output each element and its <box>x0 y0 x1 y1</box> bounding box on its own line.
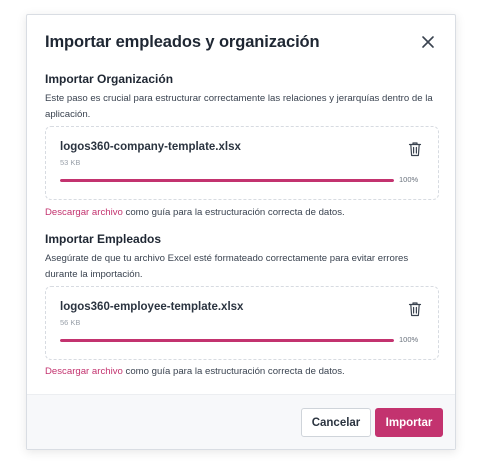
close-icon <box>422 36 434 48</box>
employees-progress-label: 100% <box>399 335 419 344</box>
dialog-title: Importar empleados y organización <box>45 33 320 51</box>
organization-progress-label: 100% <box>399 175 419 184</box>
organization-file-size: 53 KB <box>60 158 81 167</box>
organization-hint-text: como guía para la estructuración correct… <box>122 207 345 218</box>
employees-section-description: Asegúrate de que tu archivo Excel esté f… <box>45 253 409 280</box>
close-button[interactable] <box>419 33 437 51</box>
employees-file-name: logos360-employee-template.xlsx <box>60 301 244 313</box>
organization-section-description: Este paso es crucial para estructurar co… <box>45 93 433 120</box>
organization-download-hint: Descargar archivo como guía para la estr… <box>45 207 345 218</box>
employees-progress-fill <box>60 339 394 342</box>
trash-icon <box>408 302 422 317</box>
cancel-button[interactable]: Cancelar <box>301 408 371 437</box>
organization-file-name: logos360-company-template.xlsx <box>60 141 241 153</box>
dialog-header: Importar empleados y organización <box>45 33 437 55</box>
trash-icon <box>408 142 422 157</box>
employees-file-card: logos360-employee-template.xlsx 56 KB 10… <box>45 286 439 360</box>
import-button[interactable]: Importar <box>375 408 443 437</box>
employees-hint-text: como guía para la estructuración correct… <box>122 366 345 377</box>
organization-progress-bar <box>60 179 394 182</box>
organization-download-link[interactable]: Descargar archivo <box>45 207 123 218</box>
import-dialog: Importar empleados y organización Import… <box>26 14 456 450</box>
employees-file-size: 56 KB <box>60 318 81 327</box>
organization-delete-button[interactable] <box>408 141 422 157</box>
organization-section-title: Importar Organización <box>45 72 174 86</box>
employees-download-link[interactable]: Descargar archivo <box>45 366 123 377</box>
organization-progress-fill <box>60 179 394 182</box>
employees-delete-button[interactable] <box>408 301 422 317</box>
organization-file-card: logos360-company-template.xlsx 53 KB 100… <box>45 126 439 200</box>
employees-download-hint: Descargar archivo como guía para la estr… <box>45 366 345 377</box>
dialog-footer: Cancelar Importar <box>27 394 455 449</box>
employees-progress-bar <box>60 339 394 342</box>
employees-section-title: Importar Empleados <box>45 232 162 246</box>
